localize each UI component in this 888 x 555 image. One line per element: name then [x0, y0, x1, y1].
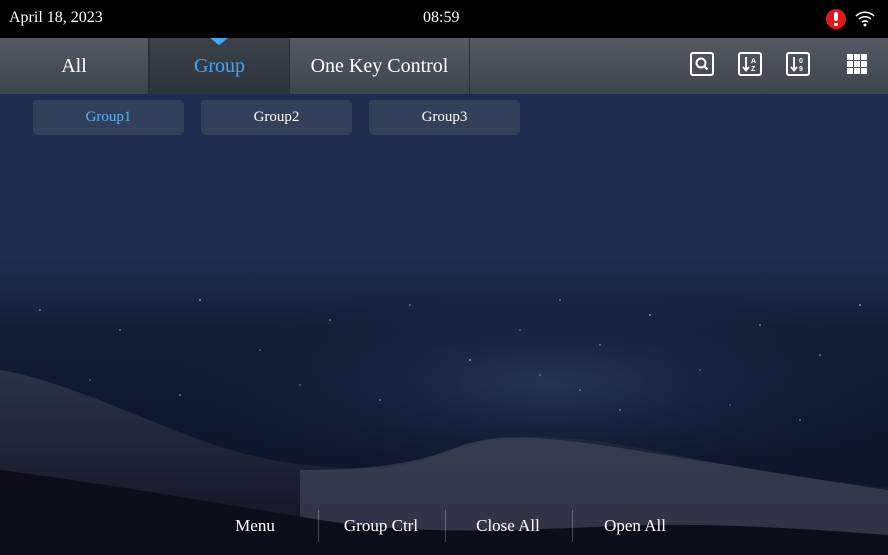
- grid-icon[interactable]: [846, 53, 868, 75]
- tab-bar: All Group One Key Control A Z 0 9: [0, 38, 888, 94]
- group3-button[interactable]: Group3: [369, 100, 520, 135]
- svg-text:9: 9: [799, 66, 803, 73]
- open-all-button[interactable]: Open All: [580, 504, 690, 548]
- tab-group[interactable]: Group: [148, 38, 290, 94]
- group-ctrl-button[interactable]: Group Ctrl: [326, 504, 436, 548]
- svg-text:0: 0: [799, 58, 803, 65]
- search-button[interactable]: [690, 52, 714, 76]
- divider: [572, 510, 573, 542]
- wifi-icon: [855, 11, 875, 27]
- close-all-button[interactable]: Close All: [453, 504, 563, 548]
- status-time: 08:59: [423, 9, 460, 26]
- bottom-bar: Menu Group Ctrl Close All Open All: [0, 504, 888, 548]
- alert-icon[interactable]: [826, 9, 846, 29]
- sort-alpha-button[interactable]: A Z: [738, 52, 762, 76]
- tab-one-key-control[interactable]: One Key Control: [290, 38, 470, 94]
- group2-button[interactable]: Group2: [201, 100, 352, 135]
- active-tab-indicator-icon: [210, 38, 228, 45]
- svg-text:Z: Z: [751, 66, 756, 73]
- sort-numeric-button[interactable]: 0 9: [786, 52, 810, 76]
- sort-numeric-icon: 0 9: [790, 57, 803, 73]
- divider: [318, 510, 319, 542]
- search-icon: [695, 57, 709, 71]
- status-bar: April 18, 2023 08:59: [0, 0, 888, 38]
- group-panel: Group1 Group2 Group3: [0, 94, 888, 248]
- svg-text:A: A: [751, 58, 756, 65]
- tab-all[interactable]: All: [0, 38, 148, 94]
- sort-alpha-icon: A Z: [742, 57, 756, 73]
- menu-button[interactable]: Menu: [200, 504, 310, 548]
- divider: [445, 510, 446, 542]
- group1-button[interactable]: Group1: [33, 100, 184, 135]
- status-date: April 18, 2023: [9, 9, 103, 26]
